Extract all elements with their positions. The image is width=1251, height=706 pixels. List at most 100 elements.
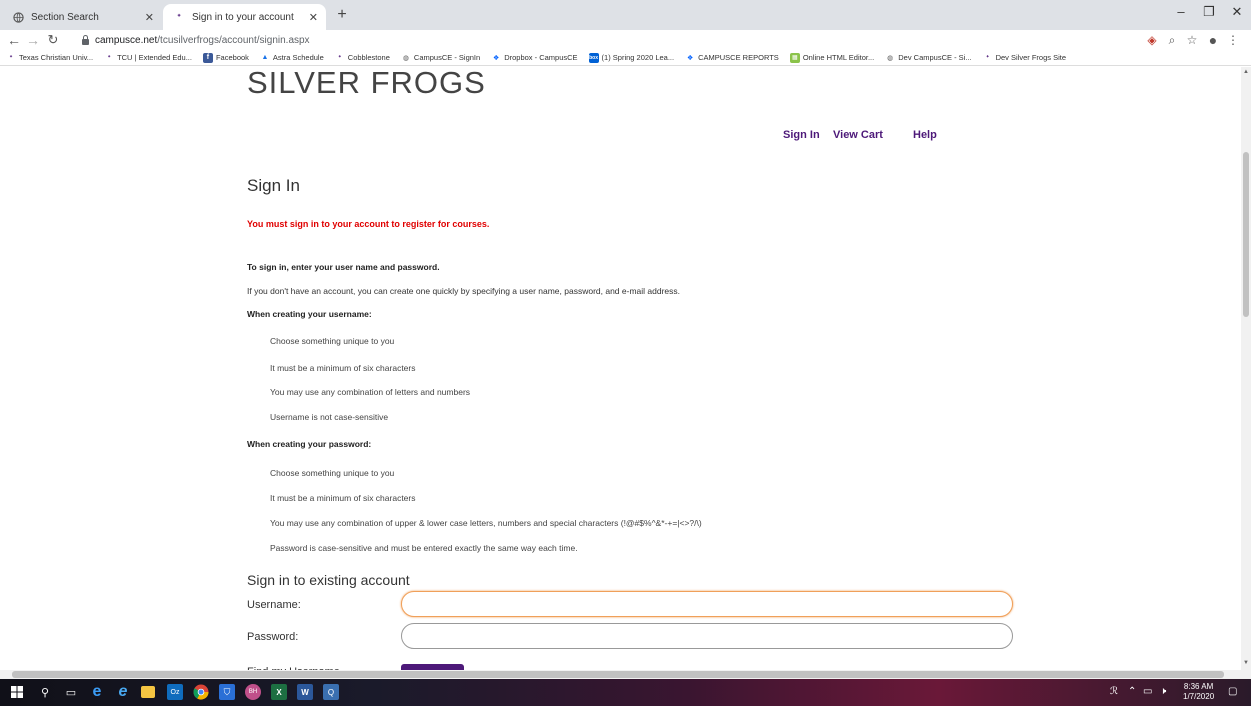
notifications-icon[interactable]: ▢ [1228,686,1237,697]
list-item: Username is not case-sensitive [270,412,389,422]
existing-account-heading: Sign in to existing account [247,572,410,588]
astra-icon: ▲ [261,54,269,61]
browser-tab-strip: Section Search ✕ ᐩ Sign in to your accou… [0,0,1251,30]
vertical-scrollbar[interactable]: ▲ ▼ [1241,67,1251,670]
chrome-icon[interactable] [193,684,209,700]
windows-taskbar: ⚲ ▭ e e Oz ⛉ BH X W Q ℛ ⌃ ▭ 🕨 8:36 AM 1/… [0,679,1251,706]
page-content: SILVER FROGS Sign In View Cart Help Sign… [0,67,1241,670]
extension-icon[interactable]: ◈ [1143,31,1161,49]
tcu-favicon-icon: ᐩ [986,54,989,62]
app-circle-icon[interactable]: BH [245,684,261,700]
tab-section-search[interactable]: Section Search ✕ [2,4,162,30]
app-window-icon[interactable]: Q [323,684,339,700]
people-icon[interactable]: ℛ [1110,686,1118,697]
close-tab-icon[interactable]: ✕ [145,11,154,24]
signin-required-warning: You must sign in to your account to regi… [247,219,490,229]
forward-button[interactable]: → [25,31,41,49]
tcu-favicon-icon: ᐩ [177,11,181,22]
tcu-favicon-icon: ᐩ [338,54,342,62]
vertical-scroll-thumb[interactable] [1243,152,1249,317]
globe-icon: ◍ [402,54,409,62]
intro-heading: To sign in, enter your user name and pas… [247,262,440,272]
profile-icon[interactable]: ● [1204,31,1222,49]
nav-sign-in-link[interactable]: Sign In [783,129,820,141]
task-view-icon[interactable]: ▭ [63,684,79,700]
bookmark-item[interactable]: ◍ Dev CampusCE - Si... [885,53,971,63]
site-logo[interactable]: SILVER FROGS [247,67,486,101]
bookmark-star-icon[interactable]: ☆ [1183,31,1201,49]
username-label: Username: [247,599,301,611]
username-rules-heading: When creating your username: [247,309,372,319]
list-item: It must be a minimum of six characters [270,363,416,373]
tab-sign-in[interactable]: ᐩ Sign in to your account ✕ [163,4,326,30]
list-item: Choose something unique to you [270,468,395,478]
horizontal-scrollbar[interactable] [0,670,1251,679]
windows-start-icon[interactable] [9,684,25,700]
outlook-icon[interactable]: Oz [167,684,183,700]
nav-view-cart-link[interactable]: View Cart [833,129,883,141]
password-label: Password: [247,631,299,643]
list-item: Choose something unique to you [270,336,395,346]
close-tab-icon[interactable]: ✕ [309,11,318,24]
address-bar[interactable]: campusce.net/tcusilverfrogs/account/sign… [82,31,1142,49]
tab-label: Section Search [31,11,99,23]
edge-icon[interactable]: e [89,683,105,700]
browser-toolbar: ← → ↻ campusce.net/tcusilverfrogs/accoun… [0,30,1251,50]
file-explorer-icon[interactable] [141,686,155,698]
bookmark-item[interactable]: ❖ Dropbox - CampusCE [491,53,578,63]
list-item: Password is case-sensitive and must be e… [270,543,578,553]
bookmark-item[interactable]: ▦ Online HTML Editor... [789,52,874,63]
system-clock[interactable]: 8:36 AM 1/7/2020 [1183,682,1214,702]
volume-icon[interactable]: 🕨 [1160,686,1166,697]
url-path: /tcusilverfrogs/account/signin.aspx [157,34,310,46]
close-window-button[interactable]: ✕ [1224,4,1250,20]
clock-date: 1/7/2020 [1183,692,1215,701]
password-rules-heading: When creating your password: [247,439,372,449]
new-tab-button[interactable]: + [332,5,352,25]
minimize-button[interactable]: – [1168,4,1194,19]
tab-label: Sign in to your account [192,11,294,23]
bookmark-item[interactable]: f Facebook [202,52,249,63]
bookmark-item[interactable]: ᐩ Dev Silver Frogs Site [983,53,1066,63]
reload-button[interactable]: ↻ [45,31,61,49]
tcu-favicon-icon: ᐩ [107,54,111,62]
nav-help-link[interactable]: Help [913,129,937,141]
find-username-link[interactable]: Find my Username [247,663,340,670]
restore-button[interactable]: ❐ [1196,4,1222,20]
app-shield-icon[interactable]: ⛉ [219,684,235,700]
network-icon[interactable]: ▭ [1143,686,1152,697]
excel-icon[interactable]: X [271,684,287,700]
bookmark-item[interactable]: ᐩ Texas Christian Univ... [6,53,93,63]
bookmark-item[interactable]: ◍ CampusCE - SignIn [401,53,480,63]
show-hidden-icons[interactable]: ⌃ [1128,686,1136,697]
bookmark-item[interactable]: ❖ CAMPUSCE REPORTS [685,53,779,63]
bookmarks-bar: ᐩ Texas Christian Univ... ᐩ TCU | Extended… [0,50,1251,66]
url-domain: campusce.net [95,34,158,46]
tcu-favicon-icon: ᐩ [9,54,13,62]
scroll-down-icon[interactable]: ▼ [1243,660,1249,666]
page-title: Sign In [247,176,300,195]
bookmark-item[interactable]: box (1) Spring 2020 Lea... [588,52,674,63]
word-icon[interactable]: W [297,684,313,700]
scroll-up-icon[interactable]: ▲ [1243,69,1249,75]
back-button[interactable]: ← [6,31,22,49]
facebook-icon: f [202,52,213,63]
zoom-icon[interactable]: ⌕ [1163,31,1181,49]
horizontal-scroll-thumb[interactable] [12,671,1224,678]
globe-icon [12,11,24,23]
password-input[interactable] [401,623,1013,649]
bookmark-item[interactable]: ▲ Astra Schedule [260,53,323,63]
list-item: It must be a minimum of six characters [270,493,416,503]
menu-icon[interactable]: ⋮ [1224,31,1242,49]
search-icon[interactable]: ⚲ [37,684,53,700]
lock-icon [82,34,89,45]
internet-explorer-icon[interactable]: e [115,683,131,700]
globe-icon: ◍ [887,54,894,62]
bookmark-item[interactable]: ᐩ Cobblestone [335,53,390,63]
intro-text: If you don't have an account, you can cr… [247,286,681,296]
username-input[interactable] [401,591,1013,617]
bookmark-item[interactable]: ᐩ TCU | Extended Edu... [104,53,192,63]
box-icon: box [588,52,599,63]
list-item: You may use any combination of letters a… [270,387,471,397]
list-item: You may use any combination of upper & l… [270,518,702,528]
